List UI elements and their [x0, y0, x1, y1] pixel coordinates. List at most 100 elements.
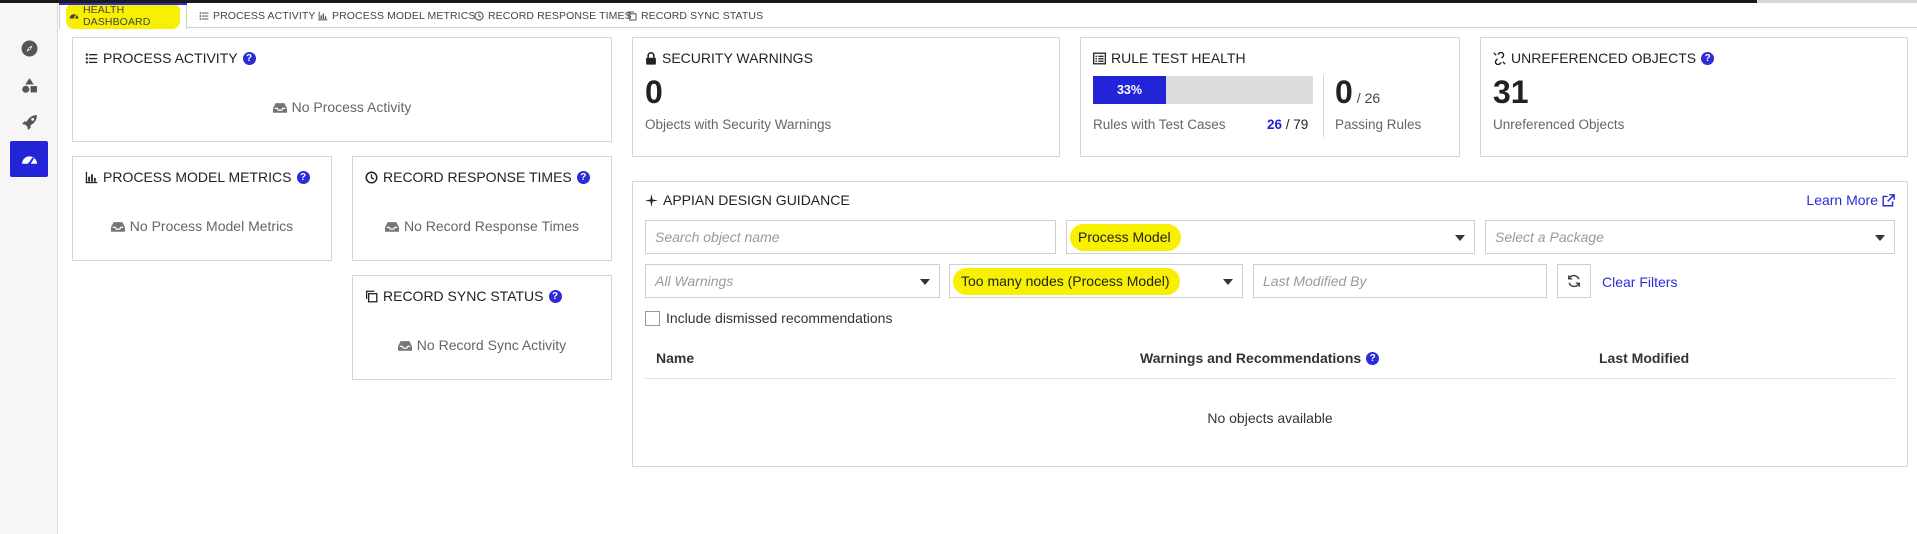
- card-title-text: PROCESS ACTIVITY: [103, 50, 238, 66]
- card-title-text: RECORD RESPONSE TIMES: [383, 169, 572, 185]
- empty-state: No Record Sync Activity: [353, 337, 611, 353]
- external-link-icon: [1882, 193, 1895, 207]
- card-title-text: PROCESS MODEL METRICS: [103, 169, 292, 185]
- bar-chart-icon: [317, 10, 328, 21]
- magic-icon: [645, 193, 658, 207]
- help-icon[interactable]: ?: [548, 289, 562, 303]
- rules-with-test-cases-count: 26 / 79: [1267, 117, 1308, 132]
- chevron-down-icon: [1875, 235, 1885, 241]
- card-title: RULE TEST HEALTH: [1093, 50, 1246, 66]
- copy-icon: [365, 290, 378, 303]
- lock-icon: [645, 51, 657, 65]
- card-title-text: UNREFERENCED OBJECTS: [1511, 50, 1697, 66]
- card-title-text: SECURITY WARNINGS: [662, 50, 813, 66]
- tab-label: RECORD RESPONSE TIMES: [488, 9, 632, 22]
- empty-text: No Process Model Metrics: [129, 218, 294, 234]
- tab-health-dashboard[interactable]: HEALTH DASHBOARD: [59, 3, 187, 29]
- last-modified-by-input[interactable]: Last Modified By: [1253, 264, 1547, 298]
- include-dismissed-option: Include dismissed recommendations: [645, 310, 892, 326]
- security-warnings-count: 0: [645, 74, 663, 110]
- compass-icon: [21, 40, 38, 57]
- warnings-placeholder: All Warnings: [655, 273, 734, 289]
- tab-record-sync-status[interactable]: RECORD SYNC STATUS: [626, 3, 763, 28]
- tab-process-activity[interactable]: PROCESS ACTIVITY: [198, 3, 316, 28]
- design-guidance-card: APPIAN DESIGN GUIDANCE Learn More Search…: [632, 181, 1908, 467]
- bar-chart-icon: [85, 171, 98, 184]
- empty-state: No Record Response Times: [353, 218, 611, 234]
- package-select[interactable]: Select a Package: [1485, 220, 1895, 254]
- card-title-text: RULE TEST HEALTH: [1111, 50, 1246, 66]
- help-icon[interactable]: ?: [1701, 51, 1715, 65]
- unreferenced-objects-count: 31: [1493, 74, 1529, 110]
- record-sync-status-card: RECORD SYNC STATUS ? No Record Sync Acti…: [352, 275, 612, 380]
- left-sidebar: [0, 3, 58, 534]
- empty-text: No Record Sync Activity: [416, 337, 567, 353]
- card-title: APPIAN DESIGN GUIDANCE: [645, 192, 850, 208]
- column-header-warnings[interactable]: Warnings and Recommendations ?: [1140, 350, 1380, 366]
- help-icon[interactable]: ?: [1366, 351, 1380, 365]
- clear-filters-link[interactable]: Clear Filters: [1602, 274, 1677, 290]
- card-title: RECORD RESPONSE TIMES ?: [365, 169, 590, 185]
- table-header-divider: [645, 378, 1895, 379]
- card-title: PROCESS ACTIVITY ?: [85, 50, 256, 66]
- include-dismissed-label: Include dismissed recommendations: [666, 310, 893, 326]
- test-coverage-percent: 33%: [1116, 83, 1143, 97]
- security-warnings-label: Objects with Security Warnings: [645, 117, 832, 132]
- learn-more-link[interactable]: Learn More: [1806, 192, 1895, 208]
- card-title: SECURITY WARNINGS: [645, 50, 813, 66]
- card-title: UNREFERENCED OBJECTS ?: [1493, 50, 1715, 66]
- tab-highlight: HEALTH DASHBOARD: [66, 3, 180, 29]
- package-placeholder: Select a Package: [1495, 229, 1604, 245]
- inbox-icon: [397, 340, 412, 351]
- sidebar-item-explore[interactable]: [10, 30, 48, 66]
- rocket-icon: [21, 114, 38, 131]
- help-icon[interactable]: ?: [296, 170, 310, 184]
- object-type-select[interactable]: Process Model: [1066, 220, 1475, 254]
- tab-label: HEALTH DASHBOARD: [83, 4, 151, 28]
- column-header-last-modified[interactable]: Last Modified: [1599, 350, 1689, 366]
- card-title-text: APPIAN DESIGN GUIDANCE: [663, 192, 850, 208]
- chevron-down-icon: [1223, 279, 1233, 285]
- inbox-icon: [272, 102, 287, 113]
- refresh-icon: [1567, 274, 1581, 288]
- card-title: PROCESS MODEL METRICS ?: [85, 169, 310, 185]
- column-header-text: Warnings and Recommendations: [1140, 350, 1362, 366]
- test-coverage-bar: 33%: [1093, 76, 1313, 104]
- chevron-down-icon: [920, 279, 930, 285]
- chevron-down-icon: [1455, 235, 1465, 241]
- rule-test-health-card: RULE TEST HEALTH 33% Rules with Test Cas…: [1080, 37, 1460, 157]
- object-type-value: Process Model: [1070, 223, 1181, 251]
- shapes-icon: [21, 77, 38, 94]
- tab-bar: HEALTH DASHBOARD PROCESS ACTIVITY PROCES…: [59, 3, 1917, 29]
- refresh-button[interactable]: [1557, 264, 1591, 298]
- clock-icon: [365, 170, 378, 184]
- recommendation-select[interactable]: Too many nodes (Process Model): [949, 264, 1243, 298]
- sidebar-item-objects[interactable]: [10, 67, 48, 103]
- list-icon: [198, 10, 209, 21]
- empty-state: No Process Activity: [73, 99, 611, 115]
- rules-total-count: / 79: [1285, 117, 1309, 132]
- inbox-icon: [110, 221, 125, 232]
- rules-tested-count: 26: [1267, 117, 1283, 132]
- test-coverage-bar-fill: 33%: [1093, 76, 1166, 104]
- sidebar-item-deploy[interactable]: [10, 104, 48, 140]
- include-dismissed-checkbox[interactable]: [645, 310, 660, 326]
- search-placeholder: Search object name: [655, 229, 780, 245]
- warnings-select[interactable]: All Warnings: [645, 264, 940, 298]
- search-object-input[interactable]: Search object name: [645, 220, 1056, 254]
- recommendation-value: Too many nodes (Process Model): [953, 267, 1180, 295]
- tab-process-model-metrics[interactable]: PROCESS MODEL METRICS: [317, 3, 475, 28]
- tab-record-response-times[interactable]: RECORD RESPONSE TIMES: [473, 3, 632, 28]
- help-icon[interactable]: ?: [242, 51, 256, 65]
- unreferenced-objects-card: UNREFERENCED OBJECTS ? 31 Unreferenced O…: [1480, 37, 1908, 157]
- divider: [1323, 75, 1324, 137]
- dashboard-icon: [21, 151, 38, 168]
- passing-count: 0: [1335, 74, 1353, 110]
- sidebar-item-health-dashboard[interactable]: [10, 141, 48, 177]
- copy-icon: [626, 10, 637, 21]
- empty-text: No Record Response Times: [403, 218, 580, 234]
- help-icon[interactable]: ?: [576, 170, 590, 184]
- card-title-text: RECORD SYNC STATUS: [383, 288, 544, 304]
- column-header-name[interactable]: Name: [656, 350, 694, 366]
- passing-rules-count: 0/ 26: [1335, 74, 1380, 111]
